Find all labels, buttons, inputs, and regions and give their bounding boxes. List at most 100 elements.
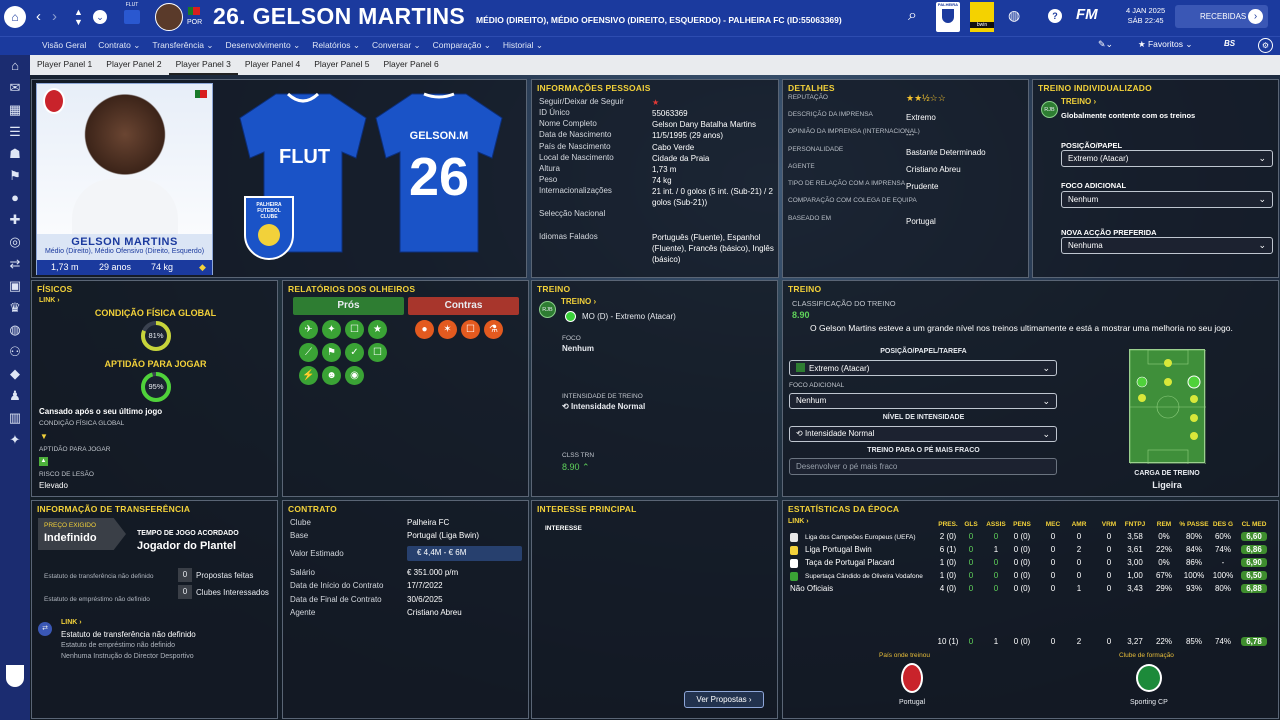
attribute-pro-icon[interactable]: ⟋ [299,343,318,362]
transfer-link[interactable]: LINK › [61,619,82,626]
nav-overview[interactable]: Visão Geral [36,37,92,53]
medical-nav-icon[interactable]: ✚ [0,209,30,231]
attribute-pro-icon[interactable]: ⚡ [299,366,318,385]
home-icon[interactable]: ⌂ [4,6,26,28]
calendar-nav-icon[interactable]: ▣ [0,275,30,297]
training-nav-icon[interactable]: ⚑ [0,165,30,187]
nav-history[interactable]: Historial ⌄ [497,37,549,54]
extra-focus-dropdown[interactable]: Nenhum ⌄ [1061,191,1273,208]
club-nav-icon[interactable]: ◆ [0,363,30,385]
league-badge[interactable]: bwin [970,2,994,32]
attribute-pro-icon[interactable]: ☐ [345,320,364,339]
inbox-button[interactable]: RECEBIDAS › [1175,5,1268,28]
treino-link[interactable]: TREINO › [1061,97,1096,106]
home-nav-icon[interactable]: ⌂ [0,55,30,77]
nav-development[interactable]: Desenvolvimento ⌄ [220,37,307,54]
offers-label: Propostas feitas [196,571,254,580]
globe-icon[interactable]: ◍ [1008,7,1020,24]
attribute-pro-icon[interactable]: ✓ [345,343,364,362]
club-crest-icon[interactable] [6,665,24,687]
home-shirt-back: GELSON.M 26 [372,90,506,256]
details-label: OPINIÃO DA IMPRENSA (INTERNACIONAL) [788,128,920,135]
position-role-dropdown[interactable]: Extremo (Atacar) ⌄ [1061,150,1273,167]
nav-reports[interactable]: Relatórios ⌄ [306,37,366,54]
world-nav-icon[interactable]: ◍ [0,319,30,341]
tab-panel-1[interactable]: Player Panel 1 [30,55,99,73]
contract-value: 30/6/2025 [407,595,443,604]
physicals-link[interactable]: LINK › [39,297,60,304]
back-icon[interactable]: ‹ [36,8,41,25]
contract-value: Portugal (Liga Bwin) [407,531,480,540]
training-title: TREINO [788,284,822,294]
attribute-con-icon[interactable]: ☐ [461,320,480,339]
stats-row[interactable]: Taça de Portugal Placard 1 (0) 0 0 0 (0) 0 0 0 3… [788,558,1276,570]
nav-comparison[interactable]: Comparação ⌄ [427,37,497,54]
top-bar: ⌂ ‹ › ▲ ▼ ⌄ FLUT POR 26. GELSON MARTINS M… [0,0,1280,36]
scouting-nav-icon[interactable]: ◎ [0,231,30,253]
condition-sub-label: CONDIÇÃO FÍSICA GLOBAL [39,420,125,427]
attribute-pro-icon[interactable]: ◉ [345,366,364,385]
menu-down-icon[interactable]: ⌄ [93,10,107,24]
tab-panel-4[interactable]: Player Panel 4 [238,55,307,73]
training-panel: TREINO CLASSIFICAÇÃO DO TREINO 8.90 O Ge… [782,280,1279,497]
tab-panel-2[interactable]: Player Panel 2 [99,55,168,73]
player-card-positions: Médio (Direito), Médio Ofensivo (Direito… [44,248,205,255]
stats-row[interactable]: Não Oficiais 4 (0) 0 0 0 (0) 0 1 0 3,43 29% 93% 80%… [788,584,1276,596]
weak-foot-input[interactable]: Desenvolver o pé mais fraco [789,458,1057,475]
bs-icon[interactable]: BS [1224,39,1235,48]
position-task-dropdown[interactable]: Extremo (Atacar) ⌄ [789,360,1057,376]
tab-panel-5[interactable]: Player Panel 5 [307,55,376,73]
inbox-nav-icon[interactable]: ✉ [0,77,30,99]
personal-label: País de Nascimento [539,142,611,151]
sort-arrows-icon[interactable]: ▲ ▼ [74,7,83,27]
search-icon[interactable]: ⌕ [908,7,917,25]
stats-link[interactable]: LINK › [788,518,809,525]
attribute-con-icon[interactable]: ⚗ [484,320,503,339]
forward-icon[interactable]: › [52,8,57,25]
ball-nav-icon[interactable]: ● [0,187,30,209]
club-badge[interactable]: PALHEIRA [936,2,960,32]
attribute-pro-icon[interactable]: ☻ [322,366,341,385]
tab-panel-3[interactable]: Player Panel 3 [168,55,238,75]
squad-nav-icon[interactable]: ▦ [0,99,30,121]
details-title: DETALHES [788,83,835,93]
main-interest-title: INTERESSE PRINCIPAL [537,504,637,514]
stats-row[interactable]: Liga dos Campeões Europeus (UEFA) 2 (0) 0 0… [788,532,1276,544]
nav-transfer[interactable]: Transferência ⌄ [146,37,219,54]
nav-chat[interactable]: Conversar ⌄ [366,37,427,54]
average-rating-badge: 6,50 [1241,571,1267,580]
tactics-nav-icon[interactable]: ☰ [0,121,30,143]
attribute-pro-icon[interactable]: ✈ [299,320,318,339]
attribute-pro-icon[interactable]: ☐ [368,343,387,362]
help-icon[interactable]: ? [1048,9,1062,23]
details-label: BASEADO EM [788,215,831,222]
intensity-level-dropdown[interactable]: ⟲ Intensidade Normal ⌄ [789,426,1057,442]
main-interest-panel: INTERESSE PRINCIPAL INTERESSE Ver Propos… [531,500,778,719]
attribute-pro-icon[interactable]: ⚑ [322,343,341,362]
transfers-nav-icon[interactable]: ⇄ [0,253,30,275]
preferred-move-dropdown[interactable]: Nenhuma ⌄ [1061,237,1273,254]
personal-value[interactable]: ★ [652,97,774,108]
board-nav-icon[interactable]: ♟ [0,385,30,407]
extra-focus-dropdown-2[interactable]: Nenhum ⌄ [789,393,1057,409]
attribute-con-icon[interactable]: ● [415,320,434,339]
favorites-button[interactable]: ★ Favoritos ⌄ [1138,39,1192,50]
attribute-pro-icon[interactable]: ✦ [322,320,341,339]
stats-row[interactable]: Supertaça Cândido de Oliveira Vodafone 1 … [788,571,1276,583]
dev-nav-icon[interactable]: ✦ [0,429,30,451]
tab-panel-6[interactable]: Player Panel 6 [376,55,445,73]
nav-contract[interactable]: Contrato ⌄ [92,37,146,54]
staff-nav-icon[interactable]: ☗ [0,143,30,165]
edit-icon[interactable]: ✎⌄ [1098,39,1113,50]
training-link[interactable]: TREINO › [561,297,596,306]
attribute-con-icon[interactable]: ✶ [438,320,457,339]
finance-nav-icon[interactable]: ▥ [0,407,30,429]
attribute-pro-icon[interactable]: ★ [368,320,387,339]
settings-icon[interactable]: ⚙ [1258,38,1273,53]
fm-logo[interactable]: FM [1076,6,1098,23]
trophy-nav-icon[interactable]: ♛ [0,297,30,319]
view-offers-button[interactable]: Ver Propostas › [684,691,764,708]
clss-label: CLSS TRN [562,452,595,459]
people-nav-icon[interactable]: ⚇ [0,341,30,363]
stats-row[interactable]: Liga Portugal Bwin 6 (1) 0 1 0 (0) 0 2 0 3,61 22%… [788,545,1276,557]
